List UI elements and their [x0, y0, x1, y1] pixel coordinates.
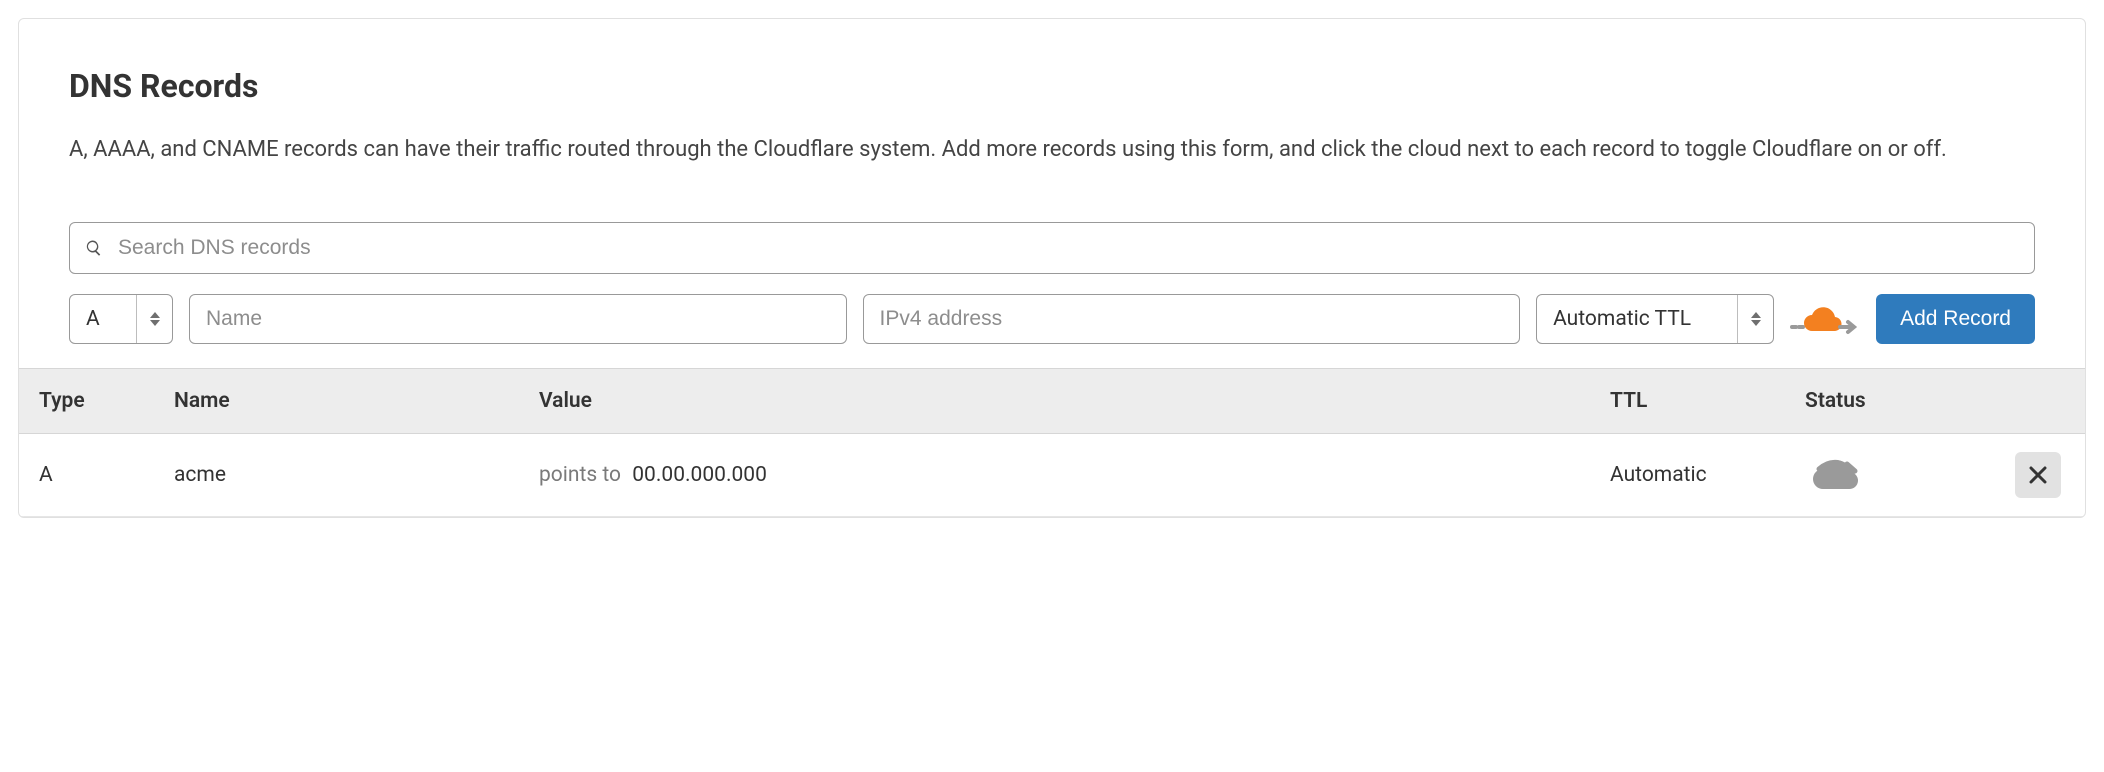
section-description: A, AAAA, and CNAME records can have thei…	[69, 133, 2035, 166]
cell-status	[1805, 455, 2015, 495]
add-record-form: A Automatic TTL	[69, 294, 2035, 344]
cell-value: points to 00.00.000.000	[539, 463, 1610, 487]
record-name-input[interactable]	[189, 294, 847, 344]
record-ttl-value: Automatic TTL	[1537, 295, 1737, 343]
cell-delete	[2015, 452, 2065, 498]
select-arrows-icon	[136, 295, 172, 343]
table-row[interactable]: A acme points to 00.00.000.000 Automatic	[19, 434, 2085, 517]
cloud-proxied-icon	[1790, 303, 1860, 335]
add-record-button[interactable]: Add Record	[1876, 294, 2035, 344]
select-arrows-icon	[1737, 295, 1773, 343]
col-header-name: Name	[174, 369, 539, 433]
col-header-type: Type	[39, 369, 174, 433]
value-ip: 00.00.000.000	[632, 463, 767, 487]
cloud-dns-only-icon	[1805, 455, 1865, 495]
record-type-select[interactable]: A	[69, 294, 173, 344]
close-icon	[2029, 466, 2047, 484]
dns-records-panel: DNS Records A, AAAA, and CNAME records c…	[18, 18, 2086, 518]
section-title: DNS Records	[69, 67, 2035, 105]
delete-record-button[interactable]	[2015, 452, 2061, 498]
cell-ttl: Automatic	[1610, 463, 1805, 487]
record-value-input[interactable]	[863, 294, 1521, 344]
col-header-ttl: TTL	[1610, 369, 1805, 433]
record-ttl-select[interactable]: Automatic TTL	[1536, 294, 1774, 344]
search-icon	[85, 239, 103, 257]
col-header-value: Value	[539, 369, 1610, 433]
proxy-status-toggle[interactable]	[1790, 298, 1860, 340]
cell-name: acme	[174, 463, 539, 487]
col-header-delete	[2015, 369, 2065, 433]
proxy-status-icon-wrapper[interactable]	[1805, 455, 1865, 495]
value-prefix: points to	[539, 463, 621, 487]
search-input[interactable]	[69, 222, 2035, 274]
record-type-value: A	[70, 295, 136, 343]
search-wrapper	[69, 222, 2035, 274]
table-header: Type Name Value TTL Status	[19, 368, 2085, 434]
col-header-status: Status	[1805, 369, 2015, 433]
cell-type: A	[39, 463, 174, 487]
records-table: Type Name Value TTL Status A acme points…	[19, 368, 2085, 517]
